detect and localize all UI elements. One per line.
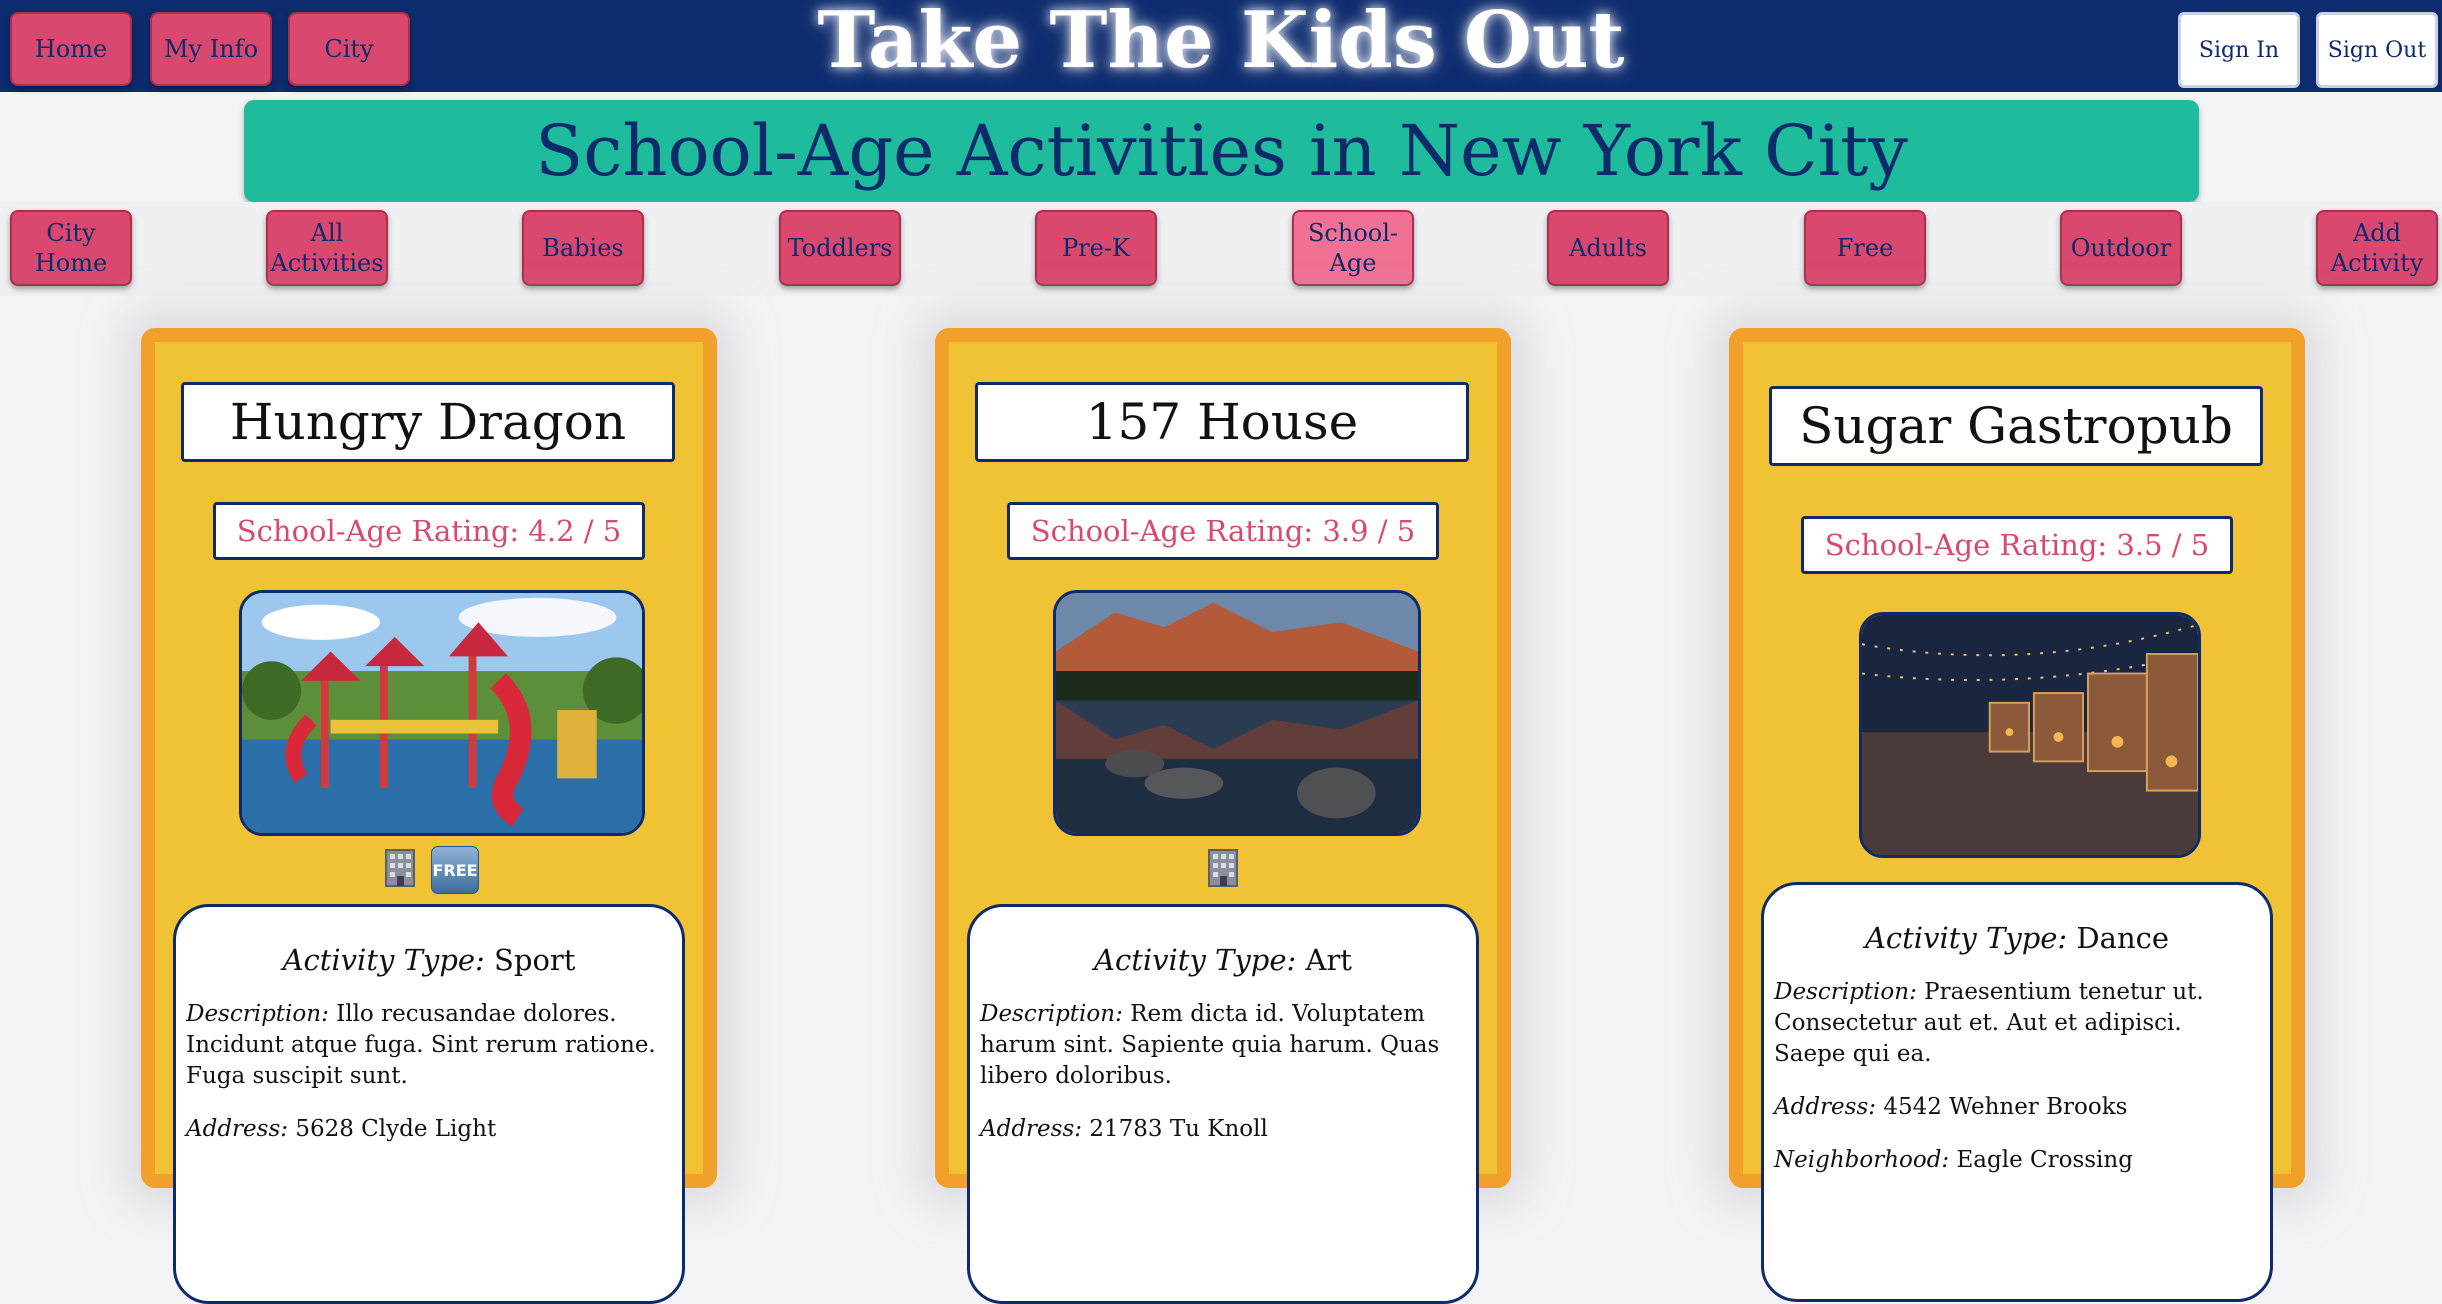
activity-rating: School-Age Rating: 3.5 / 5 <box>1801 516 2233 574</box>
activity-name: 157 House <box>975 382 1469 462</box>
subnav-babies[interactable]: Babies <box>522 210 644 286</box>
subnav-outdoor[interactable]: Outdoor <box>2060 210 2182 286</box>
sign-in-button[interactable]: Sign In <box>2178 12 2300 88</box>
activity-rating: School-Age Rating: 3.9 / 5 <box>1007 502 1439 560</box>
activity-photo-night-market[interactable] <box>1859 612 2201 858</box>
activity-type: Activity Type: Art <box>1094 943 1352 977</box>
activity-name: Sugar Gastropub <box>1769 386 2263 466</box>
top-navbar: Home My Info City Take The Kids Out Sign… <box>0 0 2442 92</box>
activity-details: Activity Type: Dance Description: Praese… <box>1761 882 2273 1302</box>
site-title: Take The Kids Out <box>817 0 1625 86</box>
activity-address: Address: 5628 Clyde Light <box>186 1116 497 1142</box>
activity-type: Activity Type: Dance <box>1864 921 2170 955</box>
subnav-free[interactable]: Free <box>1804 210 1926 286</box>
activity-description: Description: Praesentium tenetur ut. Con… <box>1774 979 2204 1067</box>
subnav-pre-k[interactable]: Pre-K <box>1035 210 1157 286</box>
sign-out-button[interactable]: Sign Out <box>2316 12 2438 88</box>
activity-card[interactable]: Hungry Dragon School-Age Rating: 4.2 / 5 <box>141 328 717 1304</box>
building-icon <box>1202 846 1244 888</box>
activity-description: Description: Rem dicta id. Voluptatem ha… <box>980 1001 1440 1089</box>
subnav-city-home[interactable]: City Home <box>10 210 132 286</box>
activity-card[interactable]: 157 House School-Age Rating: 3.9 / 5 Act… <box>935 328 1511 1304</box>
activity-description: Description: Illo recusandae dolores. In… <box>186 1001 656 1089</box>
subnav-all-activities[interactable]: All Activities <box>266 210 388 286</box>
page-title: School-Age Activities in New York City <box>535 110 1908 192</box>
subnav-toddlers[interactable]: Toddlers <box>779 210 901 286</box>
activity-tags <box>949 846 1497 888</box>
free-icon: FREE <box>431 846 479 894</box>
subnav-add-activity[interactable]: Add Activity <box>2316 210 2438 286</box>
activity-tags: FREE <box>155 846 703 894</box>
activity-photo-mountain-lake[interactable] <box>1053 590 1421 836</box>
activity-address: Address: 4542 Wehner Brooks <box>1774 1094 2128 1120</box>
page-banner: School-Age Activities in New York City <box>244 100 2199 202</box>
subnav-school-age[interactable]: School-Age <box>1292 210 1414 286</box>
activity-photo-playground[interactable] <box>239 590 645 836</box>
activity-details: Activity Type: Sport Description: Illo r… <box>173 904 685 1304</box>
activity-neighborhood: Neighborhood: Eagle Crossing <box>1774 1147 2133 1173</box>
activity-name: Hungry Dragon <box>181 382 675 462</box>
activity-type: Activity Type: Sport <box>282 943 576 977</box>
subnav-adults[interactable]: Adults <box>1547 210 1669 286</box>
activity-rating: School-Age Rating: 4.2 / 5 <box>213 502 645 560</box>
activity-details: Activity Type: Art Description: Rem dict… <box>967 904 1479 1304</box>
building-icon <box>379 846 421 888</box>
activity-address: Address: 21783 Tu Knoll <box>980 1116 1268 1142</box>
activity-card[interactable]: Sugar Gastropub School-Age Rating: 3.5 /… <box>1729 328 2305 1302</box>
